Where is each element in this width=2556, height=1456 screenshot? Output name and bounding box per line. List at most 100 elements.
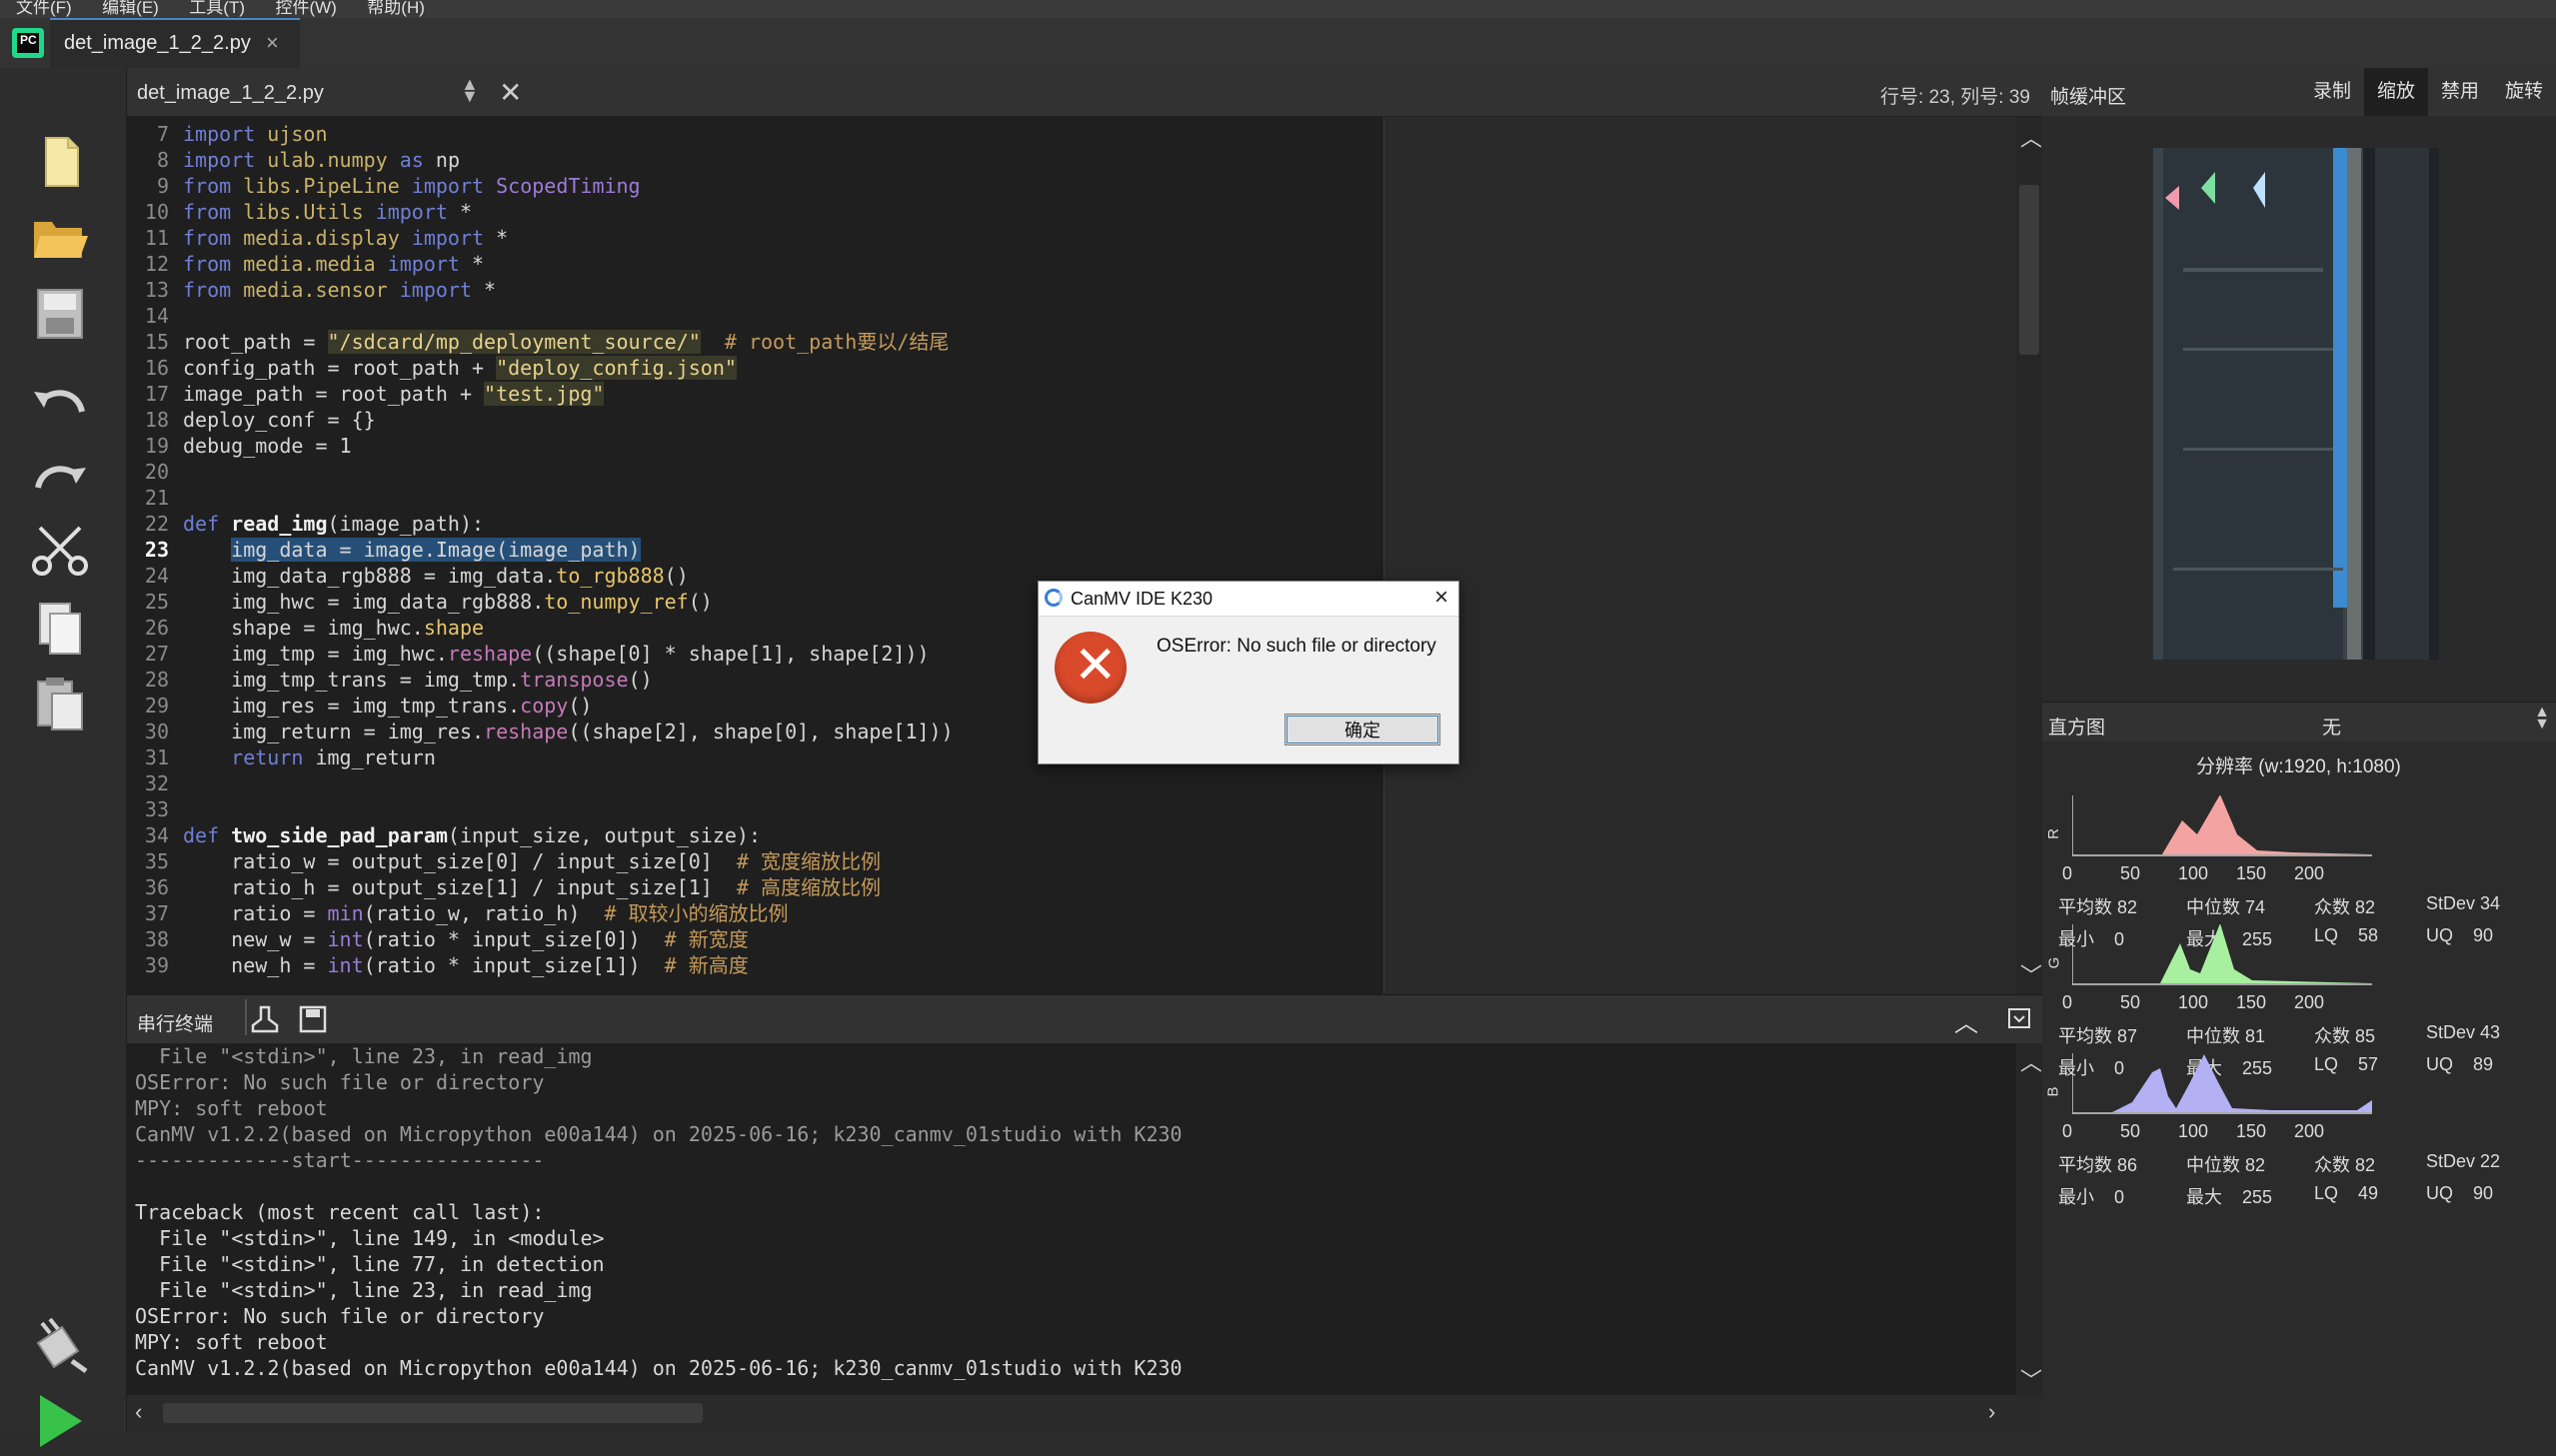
- histogram-stat: StDev 43: [2426, 1022, 2501, 1042]
- zoom-button[interactable]: 缩放: [2364, 68, 2428, 116]
- code-line[interactable]: 33: [127, 796, 183, 822]
- colorspace-select[interactable]: 无: [2322, 713, 2341, 739]
- copy-icon[interactable]: [28, 596, 92, 660]
- code-line[interactable]: 12 from media.media import *: [127, 251, 484, 277]
- code-line[interactable]: 19 debug_mode = 1: [127, 433, 352, 459]
- code-line[interactable]: 25 img_hwc = img_data_rgb888.to_numpy_re…: [127, 589, 713, 615]
- tab-bar: PC: [0, 18, 2556, 68]
- terminal-scroll-down-icon[interactable]: ﹀: [2020, 1363, 2042, 1395]
- scrollbar-thumb[interactable]: [2019, 185, 2039, 355]
- redo-icon[interactable]: [28, 444, 92, 508]
- code-line[interactable]: 17 image_path = root_path + "test.jpg": [127, 381, 605, 407]
- code-text: shape = img_hwc.shape: [183, 616, 485, 640]
- record-button[interactable]: 录制: [2300, 68, 2364, 116]
- code-line[interactable]: 20: [127, 459, 183, 485]
- terminal-scroll-up-icon[interactable]: ︿: [2020, 1045, 2042, 1077]
- code-line[interactable]: 27 img_tmp = img_hwc.reshape((shape[0] *…: [127, 641, 930, 667]
- code-line[interactable]: 13 from media.sensor import *: [127, 277, 496, 303]
- paste-icon[interactable]: [28, 672, 92, 735]
- line-number: 38: [144, 927, 169, 951]
- code-line[interactable]: 30 img_return = img_res.reshape((shape[2…: [127, 719, 954, 744]
- code-text: import ujson: [183, 122, 328, 146]
- code-editor[interactable]: 7 import ujson 8 import ulab.numpy as np 9 fr…: [127, 117, 1383, 994]
- terminal-horizontal-scrollbar[interactable]: ‹ ›: [127, 1395, 2042, 1432]
- maximize-panel-icon[interactable]: [2006, 1005, 2034, 1038]
- terminal-vertical-scrollbar[interactable]: ︿ ﹀: [2016, 1043, 2042, 1395]
- code-line[interactable]: 7 import ujson: [127, 121, 328, 147]
- code-line[interactable]: 22 def read_img(image_path):: [127, 511, 484, 537]
- code-line[interactable]: 36 ratio_h = output_size[1] / input_size…: [127, 874, 881, 900]
- code-line[interactable]: 9 from libs.PipeLine import ScopedTiming: [127, 173, 641, 199]
- code-line[interactable]: 11 from media.display import *: [127, 225, 508, 251]
- histogram-stat: 中位数 81: [2186, 1026, 2266, 1046]
- ok-button[interactable]: 确定: [1284, 714, 1440, 745]
- menu-help[interactable]: 帮助(H): [351, 0, 435, 16]
- save-icon[interactable]: [28, 282, 92, 346]
- code-line[interactable]: 18 deploy_conf = {}: [127, 407, 376, 433]
- save-log-icon[interactable]: [297, 1003, 329, 1040]
- collapse-up-icon[interactable]: ︿: [1954, 1003, 1978, 1038]
- editor-filename[interactable]: det_image_1_2_2.py: [137, 82, 324, 105]
- histogram-stat: 众数 82: [2314, 897, 2376, 917]
- code-line[interactable]: 35 ratio_w = output_size[0] / input_size…: [127, 848, 881, 874]
- code-line[interactable]: 32: [127, 770, 183, 796]
- disable-button[interactable]: 禁用: [2428, 68, 2492, 116]
- scroll-left-icon[interactable]: ‹: [135, 1399, 142, 1425]
- axis-tick-label: 0: [2062, 1121, 2073, 1141]
- run-icon[interactable]: [28, 1387, 92, 1451]
- file-select-arrows-icon[interactable]: ▲ ▼: [461, 75, 479, 105]
- menu-file[interactable]: 文件(F): [0, 0, 82, 16]
- menu-widgets[interactable]: 控件(W): [259, 0, 346, 16]
- code-line[interactable]: 10 from libs.Utils import *: [127, 199, 472, 225]
- menu-edit[interactable]: 编辑(E): [86, 0, 169, 16]
- new-file-icon[interactable]: [28, 130, 92, 194]
- histogram-stat: 中位数 74: [2186, 897, 2266, 917]
- code-line[interactable]: 34 def two_side_pad_param(input_size, out…: [127, 822, 761, 848]
- code-text: return img_return: [231, 745, 436, 769]
- code-line[interactable]: 26 shape = img_hwc.shape: [127, 615, 484, 641]
- connect-icon[interactable]: [28, 1313, 92, 1377]
- undo-icon[interactable]: [28, 368, 92, 432]
- histogram-stat: StDev 34: [2426, 893, 2501, 913]
- code-line[interactable]: 21: [127, 485, 183, 511]
- code-line[interactable]: 14: [127, 303, 183, 329]
- line-number: 8: [156, 148, 169, 172]
- code-line[interactable]: 31 return img_return: [127, 744, 436, 770]
- line-number: 15: [144, 330, 169, 354]
- axis-tick-label: 0: [2062, 863, 2073, 883]
- code-line[interactable]: 39 new_h = int(ratio * input_size[1]) # …: [127, 952, 749, 978]
- serial-terminal-output[interactable]: File "<stdin>", line 23, in read_img OSEr…: [127, 1043, 2016, 1395]
- code-line[interactable]: 29 img_res = img_tmp_trans.copy(): [127, 693, 593, 719]
- error-dialog: CanMV IDE K230 × ✕ OSError: No such file…: [1038, 581, 1459, 764]
- rotate-button[interactable]: 旋转: [2492, 68, 2556, 116]
- editor-vertical-scrollbar[interactable]: ︿ ﹀: [2016, 117, 2042, 994]
- scroll-up-icon[interactable]: ︿: [2020, 121, 2042, 153]
- horizontal-scrollbar-thumb[interactable]: [163, 1403, 703, 1423]
- close-file-icon[interactable]: ✕: [499, 76, 522, 109]
- code-line[interactable]: 23 img_data = image.Image(image_path): [127, 537, 641, 563]
- open-folder-icon[interactable]: [28, 206, 92, 270]
- menu-tools[interactable]: 工具(T): [173, 0, 255, 16]
- code-line[interactable]: 38 new_w = int(ratio * input_size[0]) # …: [127, 926, 749, 952]
- cut-icon[interactable]: [28, 520, 92, 584]
- scroll-right-icon[interactable]: ›: [1988, 1399, 1995, 1425]
- line-number: 14: [144, 304, 169, 328]
- histogram-stat: 平均数 82: [2058, 897, 2138, 917]
- code-line[interactable]: 16 config_path = root_path + "deploy_conf…: [127, 355, 737, 381]
- tab-file[interactable]: det_image_1_2_2.py ×: [50, 18, 300, 68]
- dialog-close-icon[interactable]: ×: [1434, 584, 1448, 612]
- left-toolbar: [0, 68, 127, 1447]
- scroll-down-icon[interactable]: ﹀: [2020, 958, 2042, 990]
- line-number: 34: [144, 823, 169, 847]
- dialog-titlebar: CanMV IDE K230 ×: [1039, 582, 1458, 617]
- code-line[interactable]: 8 import ulab.numpy as np: [127, 147, 460, 173]
- code-line[interactable]: 28 img_tmp_trans = img_tmp.transpose(): [127, 667, 653, 693]
- axis-tick-label: 100: [2178, 1121, 2209, 1141]
- code-text: root_path = "/sdcard/mp_deployment_sourc…: [183, 330, 950, 354]
- code-line[interactable]: 24 img_data_rgb888 = img_data.to_rgb888(…: [127, 563, 689, 589]
- tab-close-icon[interactable]: ×: [266, 30, 279, 56]
- code-line[interactable]: 15 root_path = "/sdcard/mp_deployment_sou…: [127, 329, 949, 355]
- code-line[interactable]: 37 ratio = min(ratio_w, ratio_h) # 取较小的缩…: [127, 900, 789, 926]
- colorspace-select-arrows-icon[interactable]: ▲ ▼: [2534, 705, 2550, 732]
- clear-terminal-icon[interactable]: [247, 1003, 291, 1040]
